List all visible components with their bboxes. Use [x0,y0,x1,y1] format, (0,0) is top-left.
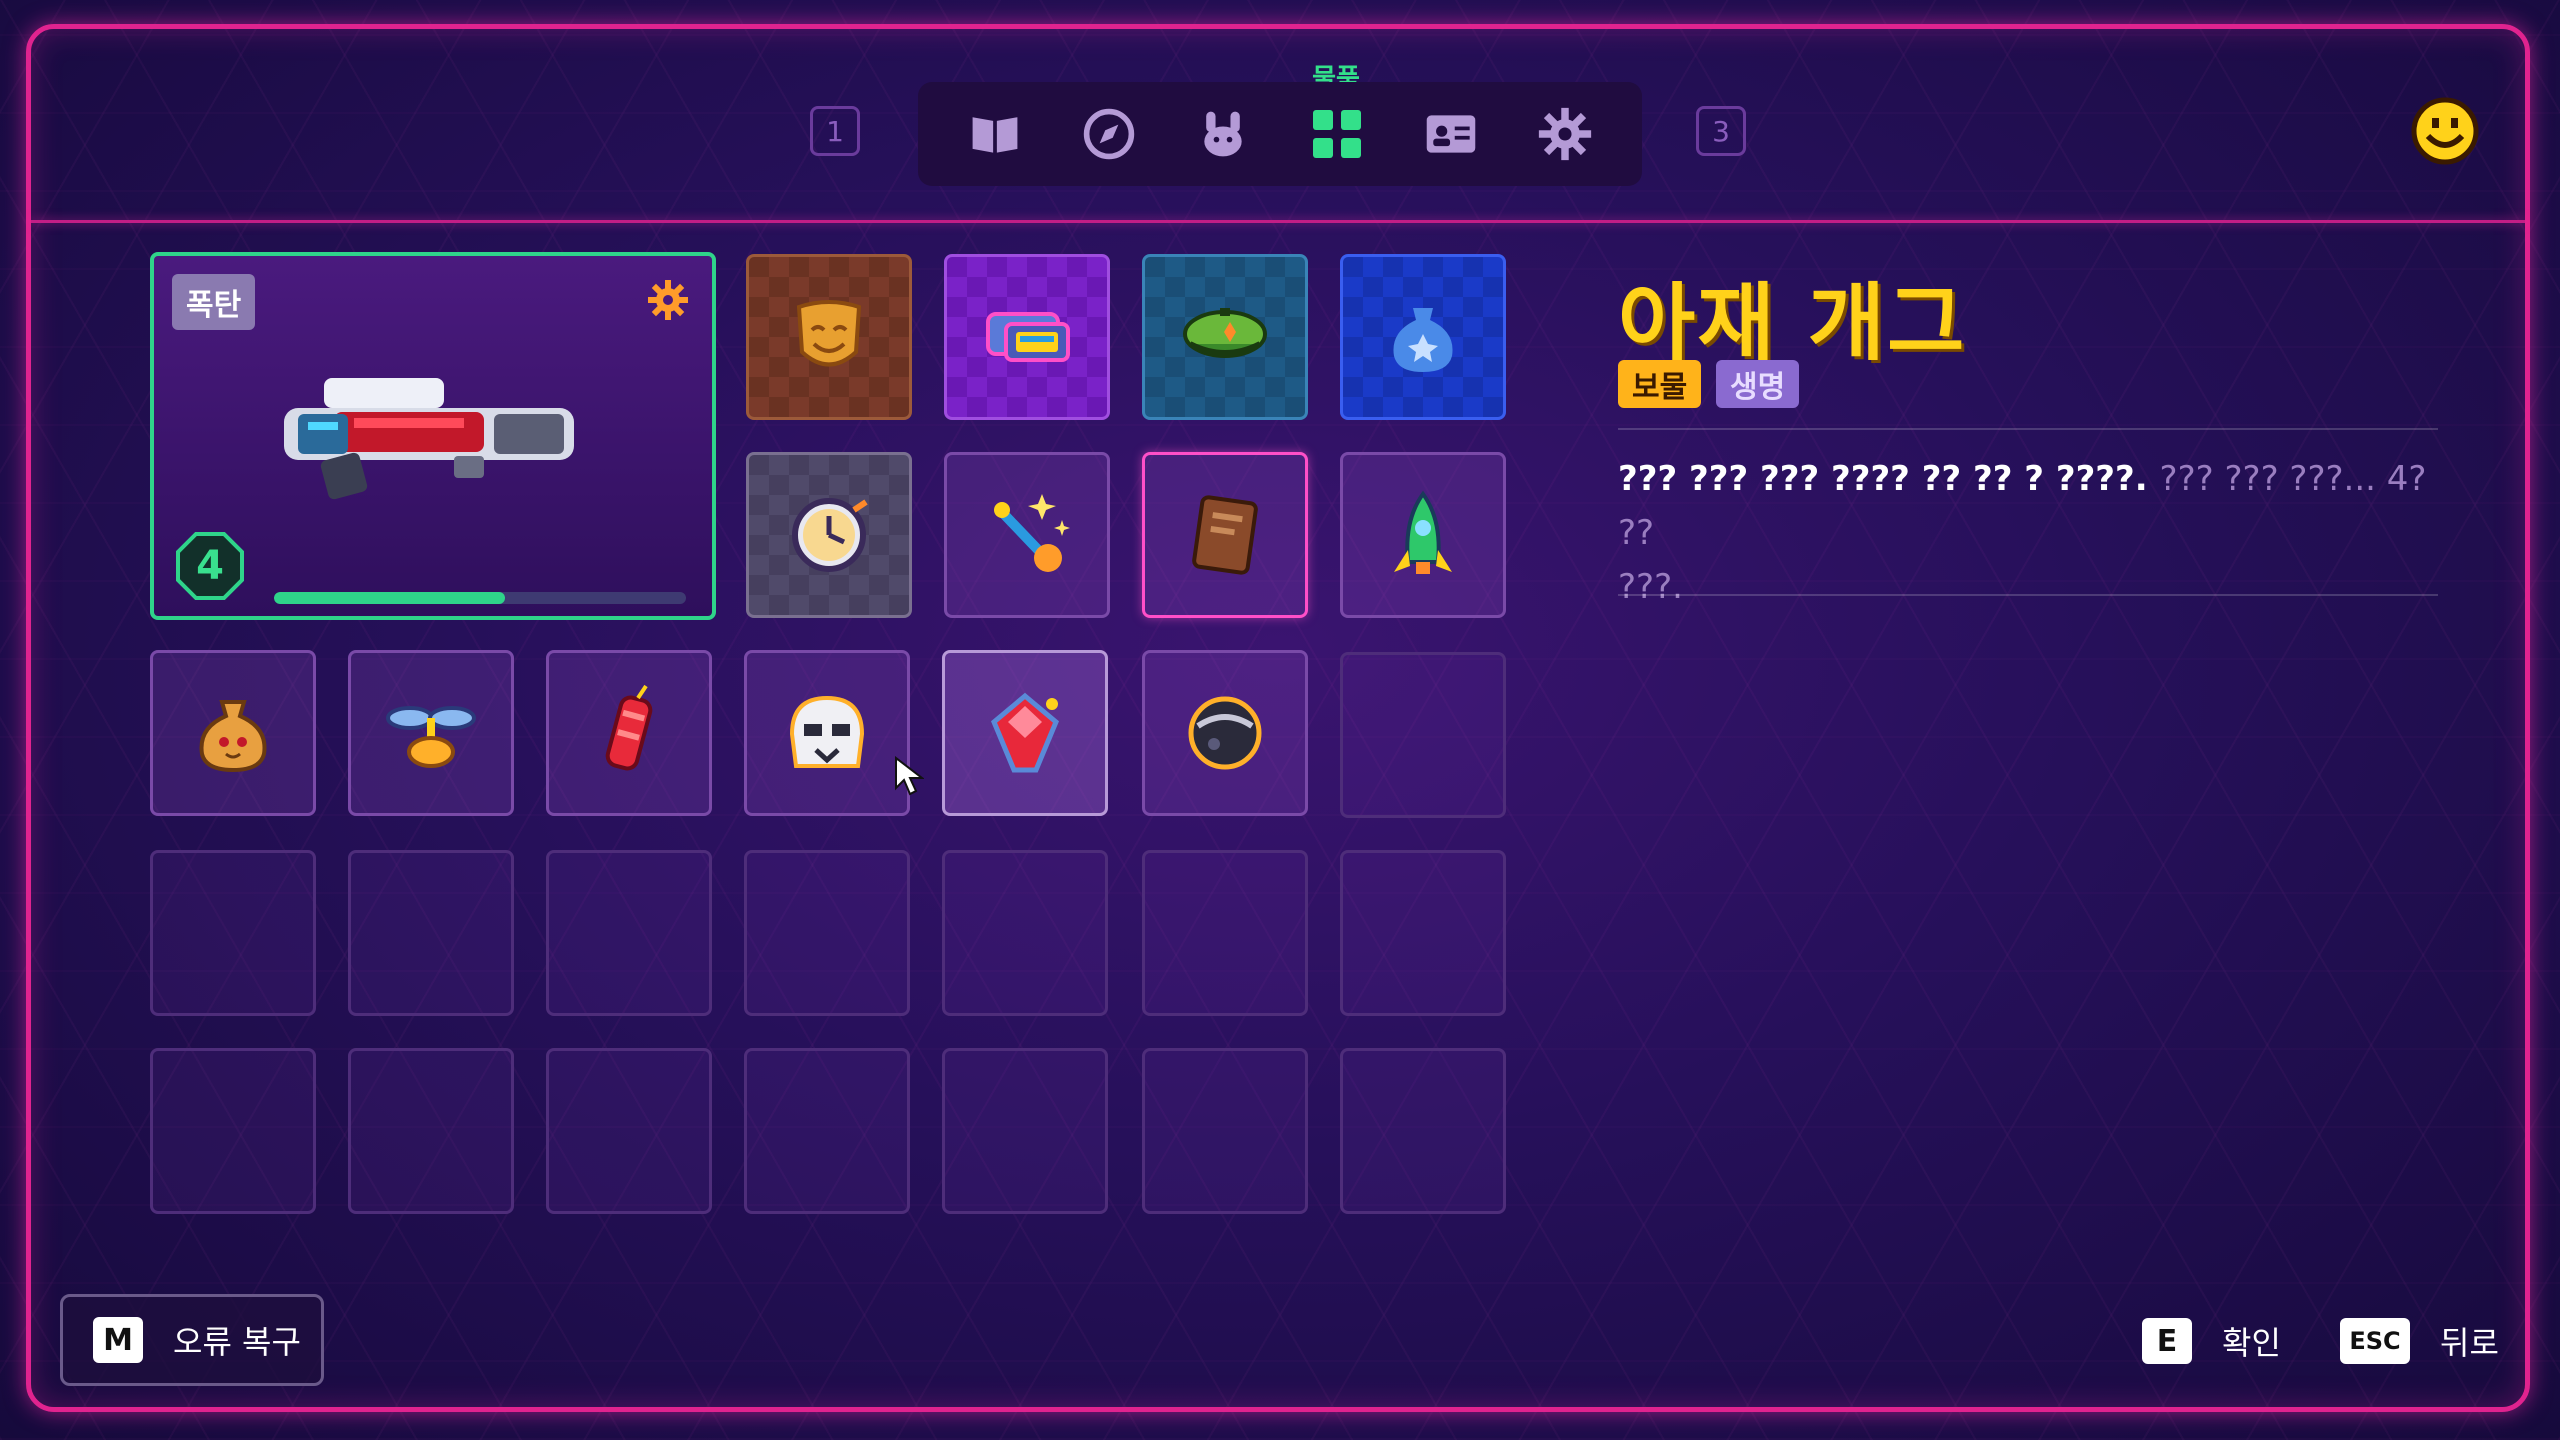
clock-icon [792,498,868,572]
item-slot[interactable] [1340,452,1506,618]
key-hint-esc: ESC [2340,1318,2410,1364]
firecracker-icon [605,684,653,771]
description-secondary-end: ???. [1618,567,1683,607]
money-bag-icon [199,700,267,773]
item-slot[interactable] [348,650,514,816]
weapon-progress-fill [274,592,505,604]
treasure-tag: 보물 [1618,360,1702,408]
smiley-icon[interactable] [2410,96,2480,166]
empty-slot[interactable] [1340,850,1506,1016]
item-slot[interactable] [744,650,910,816]
item-slot[interactable] [746,452,912,618]
dark-orb-icon [1188,696,1262,770]
item-slot[interactable] [746,254,912,420]
empty-slot[interactable] [150,1048,316,1214]
empty-slot[interactable] [1142,1048,1308,1214]
header-divider [31,220,2525,223]
magic-wand-icon [994,494,1070,572]
item-slot[interactable] [546,650,712,816]
item-slot[interactable] [1142,254,1308,420]
beret-icon [1183,308,1267,358]
life-tag: 생명 [1716,360,1800,408]
red-gem-icon [990,692,1060,773]
cassette-icon [986,312,1070,362]
item-slot[interactable] [1142,650,1308,816]
empty-slot[interactable] [744,1048,910,1214]
blue-pouch-icon [1393,308,1453,372]
weapon-level-badge: 4 [176,532,244,600]
tab-bar [918,82,1642,186]
key-hint-m: M [93,1317,143,1363]
id-card-icon[interactable] [1416,99,1486,169]
confirm-label: 확인 [2222,1324,2281,1362]
rocket-icon [1394,490,1452,574]
weapon-type-badge: 폭탄 [172,274,256,330]
rocket-launcher-icon [264,356,594,506]
detail-divider-top [1618,428,2438,430]
book-icon[interactable] [960,99,1030,169]
old-book-icon [1192,495,1258,575]
confirm-hint[interactable]: E 확인 [2142,1318,2281,1364]
detail-divider-bottom [1618,594,2438,596]
prev-page-key[interactable]: 1 [810,106,860,156]
item-slot[interactable] [1340,254,1506,420]
weapon-progress-bar [274,592,686,604]
empty-slot[interactable] [348,850,514,1016]
compass-icon[interactable] [1074,99,1144,169]
item-description: ??? ??? ??? ???? ?? ?? ? ????. ??? ??? ?… [1618,452,2438,614]
grid-icon[interactable] [1302,99,1372,169]
weapon-gear-icon [646,278,690,322]
item-slot[interactable] [150,650,316,816]
empty-slot[interactable] [1340,1048,1506,1214]
empty-slot[interactable] [942,1048,1108,1214]
error-restore-button[interactable]: M 오류 복구 [60,1294,324,1386]
trooper-helmet-icon [789,695,865,768]
empty-slot[interactable] [1340,652,1506,818]
back-hint[interactable]: ESC 뒤로 [2340,1318,2499,1364]
gear-icon[interactable] [1530,99,1600,169]
empty-slot[interactable] [942,850,1108,1016]
key-hint-e: E [2142,1318,2192,1364]
error-restore-label: 오류 복구 [173,1323,301,1361]
empty-slot[interactable] [150,850,316,1016]
empty-slot[interactable] [546,850,712,1016]
item-slot[interactable] [944,254,1110,420]
empty-slot[interactable] [348,1048,514,1214]
empty-slot[interactable] [546,1048,712,1214]
next-page-key[interactable]: 3 [1696,106,1746,156]
weapon-level-value: 4 [196,543,224,589]
empty-slot[interactable] [1142,850,1308,1016]
weapon-card[interactable]: 폭탄 4 [150,252,716,620]
item-slot-hovered[interactable] [942,650,1108,816]
mouse-cursor-icon [894,755,925,800]
item-title: 아재 개그 [1618,274,1967,372]
bunny-icon[interactable] [1188,99,1258,169]
item-slot[interactable] [944,452,1110,618]
propeller-icon [386,706,476,768]
description-main: ??? ??? ??? ???? ?? ?? ? ????. [1618,459,2148,499]
back-label: 뒤로 [2440,1324,2499,1362]
mask-icon [796,300,862,367]
empty-slot[interactable] [744,850,910,1016]
item-slot-selected[interactable] [1142,452,1308,618]
